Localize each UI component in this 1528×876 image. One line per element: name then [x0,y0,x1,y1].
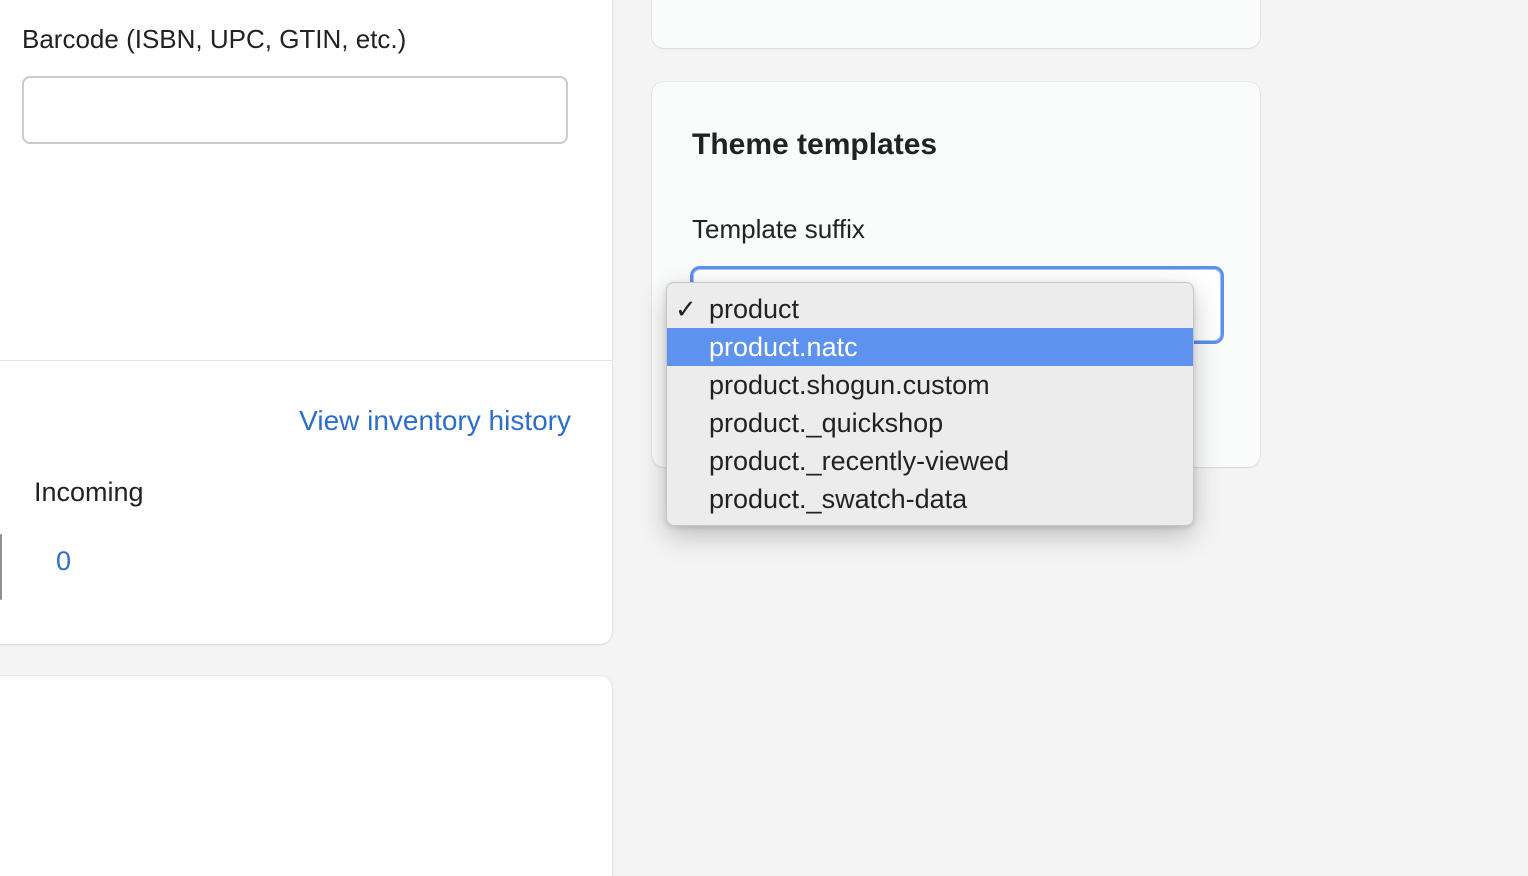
dropdown-option-product-quickshop[interactable]: product._quickshop [667,404,1193,442]
dropdown-option-product-shogun-custom[interactable]: product.shogun.custom [667,366,1193,404]
section-divider [0,360,612,361]
previous-card [652,0,1260,48]
dropdown-option-product-recently-viewed[interactable]: product._recently-viewed [667,442,1193,480]
option-label: product [709,294,800,324]
incoming-value[interactable]: 0 [56,546,71,577]
dropdown-option-product-natc[interactable]: product.natc [667,328,1193,366]
barcode-input[interactable] [22,76,568,144]
template-suffix-dropdown-menu: ✓ product product.natc product.shogun.cu… [666,282,1194,526]
dropdown-option-product[interactable]: ✓ product [667,290,1193,328]
next-card [0,676,612,876]
incoming-label: Incoming [34,477,144,507]
barcode-label: Barcode (ISBN, UPC, GTIN, etc.) [22,24,407,54]
option-label: product._quickshop [709,408,944,438]
theme-templates-title: Theme templates [692,128,938,161]
dropdown-option-product-swatch-data[interactable]: product._swatch-data [667,480,1193,518]
option-label: product._swatch-data [709,484,968,514]
checkmark-icon: ✓ [675,294,697,324]
table-cell-border [0,534,2,600]
option-label: product._recently-viewed [709,446,1010,476]
option-label: product.natc [709,332,858,362]
template-suffix-label: Template suffix [692,214,865,244]
option-label: product.shogun.custom [709,370,990,400]
view-inventory-history-link[interactable]: View inventory history [299,405,571,437]
